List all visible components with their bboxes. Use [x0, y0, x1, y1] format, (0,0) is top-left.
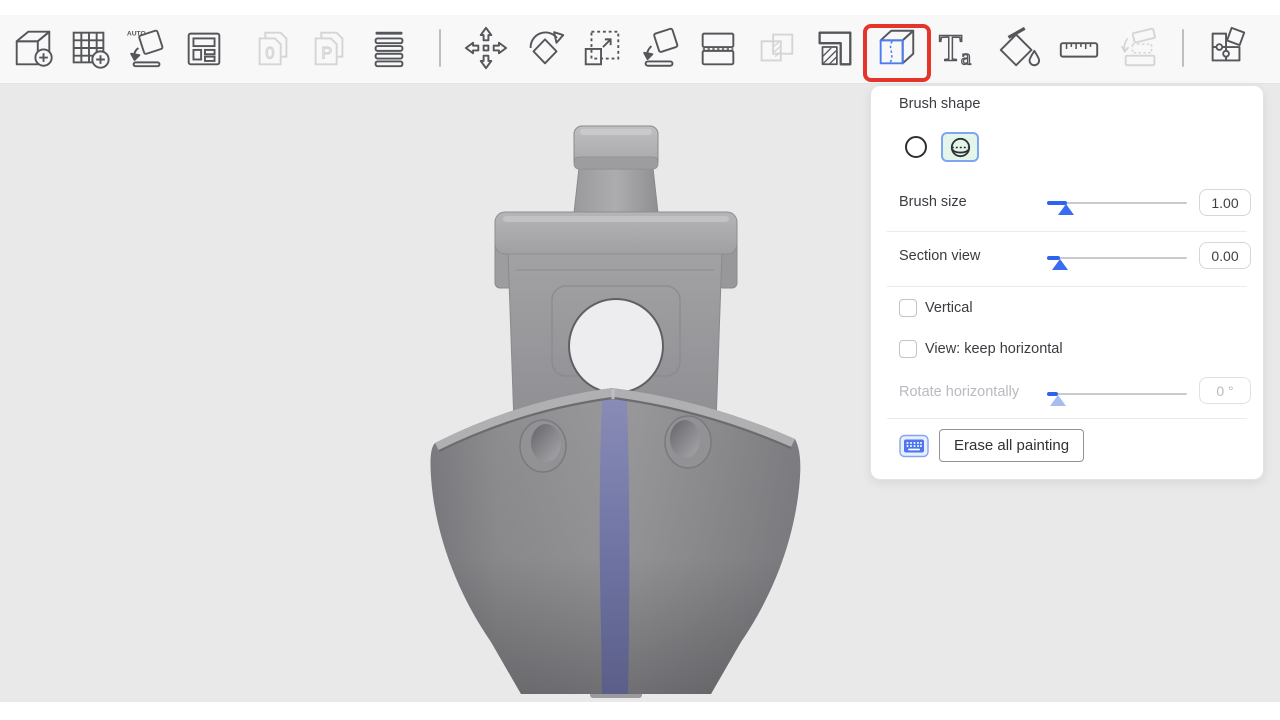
- divider: [887, 418, 1247, 419]
- section-view-track[interactable]: [1047, 257, 1187, 259]
- assembly-view-icon: [1204, 25, 1250, 71]
- rotate-icon: [522, 25, 568, 71]
- zero-glyph: 0: [265, 45, 274, 63]
- vertical-checkbox[interactable]: [899, 299, 917, 317]
- text-shape-icon: T a: [935, 25, 981, 71]
- toolbar-cut[interactable]: [693, 25, 743, 71]
- p-glyph: P: [321, 45, 332, 63]
- add-object-icon: [10, 25, 56, 71]
- add-plate-icon: [66, 25, 112, 71]
- toolbar-lay-on-face[interactable]: [635, 25, 685, 71]
- toolbar-measure[interactable]: [1054, 25, 1104, 71]
- toolbar-move[interactable]: [461, 25, 511, 71]
- move-icon: [463, 25, 509, 71]
- vertical-checkbox-label[interactable]: Vertical: [925, 300, 973, 316]
- toolbar-assemble: [1116, 25, 1166, 71]
- divider: [887, 286, 1247, 287]
- assemble-icon: [1118, 25, 1164, 71]
- brush-size-label: Brush size: [899, 194, 967, 210]
- variable-layer-height-icon: [366, 25, 412, 71]
- brush-size-thumb[interactable]: [1058, 204, 1074, 215]
- toolbar-add-plate[interactable]: [64, 25, 114, 71]
- rotate-horizontally-label: Rotate horizontally: [899, 384, 1019, 400]
- brush-shape-circle-option[interactable]: [899, 132, 933, 162]
- section-view-slider[interactable]: [1047, 249, 1187, 271]
- section-view-label: Section view: [899, 248, 980, 264]
- sphere-brush-icon: [949, 136, 972, 159]
- color-painting-icon: [996, 25, 1042, 71]
- section-view-input[interactable]: [1199, 242, 1251, 269]
- brush-size-slider[interactable]: [1047, 194, 1187, 216]
- keyboard-shortcut-icon: [899, 434, 929, 463]
- rotate-horizontally-track: [1047, 393, 1187, 395]
- toolbar-split-to-parts: P: [304, 25, 354, 71]
- view-keep-horizontal-label[interactable]: View: keep horizontal: [925, 341, 1063, 357]
- brush-size-input[interactable]: [1199, 189, 1251, 216]
- rotate-horizontally-thumb: [1050, 395, 1066, 406]
- arrange-icon: [181, 25, 227, 71]
- toolbar-arrange[interactable]: [179, 25, 229, 71]
- toolbar-rotate[interactable]: [520, 25, 570, 71]
- auto-orient-icon: AUTO: [124, 25, 170, 71]
- benchy-chimney: [574, 126, 658, 213]
- toolbar-seam-painting[interactable]: [871, 25, 921, 71]
- toolbar: AUTO 0 P: [0, 15, 1280, 84]
- lay-on-face-icon: [637, 25, 683, 71]
- toolbar-assembly-view[interactable]: [1202, 25, 1252, 71]
- measure-icon: [1056, 25, 1102, 71]
- seam-painting-panel: Brush shape Brush size Section view Vert…: [870, 85, 1264, 480]
- cabin-window: [569, 299, 663, 393]
- support-painting-icon: [811, 25, 857, 71]
- split-to-parts-icon: P: [306, 25, 352, 71]
- scale-icon: [579, 25, 625, 71]
- seam-painting-icon: [873, 25, 919, 71]
- toolbar-add-object[interactable]: [8, 25, 58, 71]
- brush-shape-sphere-option[interactable]: [941, 132, 979, 162]
- toolbar-variable-layer-height[interactable]: [364, 25, 414, 71]
- letter-a-glyph: a: [961, 44, 971, 69]
- toolbar-separator-2: [1182, 29, 1184, 67]
- rotate-horizontally-input: [1199, 377, 1251, 404]
- letter-T-glyph: T: [939, 27, 962, 69]
- view-keep-horizontal-checkbox[interactable]: [899, 340, 917, 358]
- brush-shape-label: Brush shape: [899, 96, 980, 112]
- divider: [887, 231, 1247, 232]
- toolbar-split-to-objects: 0: [248, 25, 298, 71]
- rotate-horizontally-slider: [1047, 385, 1187, 407]
- toolbar-text-shape[interactable]: T a: [933, 25, 983, 71]
- toolbar-support-painting[interactable]: [809, 25, 859, 71]
- erase-all-painting-button[interactable]: Erase all painting: [939, 429, 1084, 462]
- circle-brush-icon: [904, 135, 928, 159]
- toolbar-color-painting[interactable]: [994, 25, 1044, 71]
- section-view-thumb[interactable]: [1052, 259, 1068, 270]
- cut-icon: [695, 25, 741, 71]
- painted-seam-stripe: [600, 397, 630, 694]
- mesh-boolean-icon: [753, 25, 799, 71]
- toolbar-scale[interactable]: [577, 25, 627, 71]
- auto-glyph: AUTO: [127, 31, 146, 38]
- split-to-objects-icon: 0: [250, 25, 296, 71]
- toolbar-auto-orient[interactable]: AUTO: [122, 25, 172, 71]
- toolbar-mesh-boolean: [751, 25, 801, 71]
- toolbar-separator-1: [439, 29, 441, 67]
